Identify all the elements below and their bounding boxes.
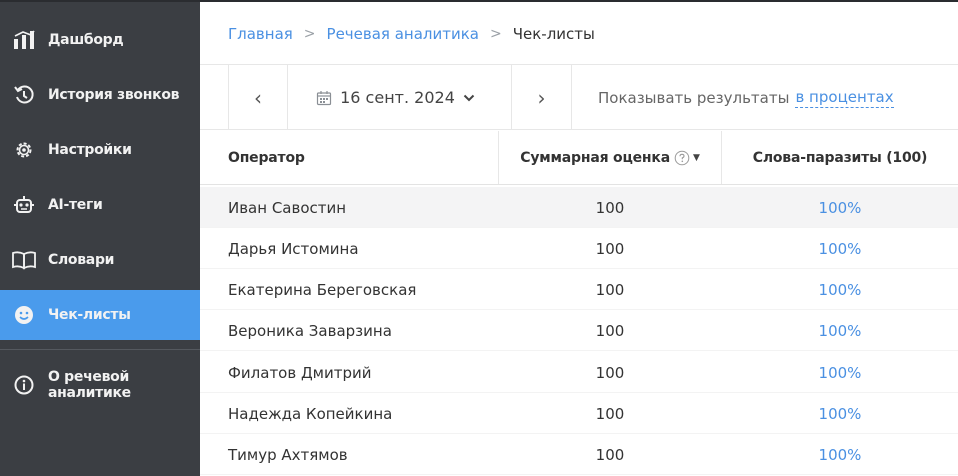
table-row: Екатерина Береговская 100 100% — [200, 269, 958, 310]
column-header-operator: Оператор — [228, 149, 305, 166]
chevron-right-icon: > — [490, 26, 502, 42]
column-header-total-score[interactable]: Суммарная оценка ▼ — [498, 131, 722, 184]
breadcrumb-current: Чек-листы — [512, 25, 595, 43]
dashboard-icon — [12, 28, 36, 52]
total-score: 100 — [595, 239, 625, 258]
sidebar-item-checklists[interactable]: Чек-листы — [0, 290, 200, 340]
sidebar-item-label: Словари — [48, 252, 115, 268]
chevron-left-icon: ‹ — [254, 85, 262, 110]
info-icon — [12, 373, 36, 397]
filler-words-score[interactable]: 100% — [722, 269, 958, 310]
filler-words-score[interactable]: 100% — [722, 310, 958, 351]
total-score: 100 — [595, 363, 625, 382]
column-header-filler-words: Слова-паразиты (100) — [752, 149, 928, 166]
breadcrumb-section-link[interactable]: Речевая аналитика — [327, 25, 479, 43]
results-mode-label: Показывать результаты — [598, 88, 790, 107]
sidebar-item-label: Чек-листы — [48, 307, 131, 323]
sort-caret-icon: ▼ — [692, 152, 700, 163]
operator-name: Иван Савостин — [228, 198, 347, 217]
sidebar-item-label: Настройки — [48, 142, 132, 158]
operator-name: Дарья Истомина — [228, 239, 359, 258]
operator-name: Филатов Дмитрий — [228, 363, 372, 382]
table-header: Оператор Суммарная оценка ▼ Слова-парази… — [200, 131, 958, 185]
main-content: Главная > Речевая аналитика > Чек-листы … — [200, 0, 958, 476]
robot-icon — [12, 193, 36, 217]
results-mode: Показывать результаты в процентах — [598, 65, 894, 130]
filler-words-score[interactable]: 100% — [722, 393, 958, 434]
filler-words-score[interactable]: 100% — [722, 187, 958, 228]
filler-words-score[interactable]: 100% — [722, 228, 958, 269]
sidebar-item-call-history[interactable]: История звонков — [0, 70, 200, 120]
date-picker[interactable]: 16 сент. 2024 — [288, 65, 512, 130]
table-row: Филатов Дмитрий 100 100% — [200, 352, 958, 393]
breadcrumb: Главная > Речевая аналитика > Чек-листы — [228, 24, 595, 44]
date-picker-content: 16 сент. 2024 — [316, 88, 483, 107]
table-row: Тимур Ахтямов 100 100% — [200, 434, 958, 475]
sidebar-item-label: Дашборд — [48, 32, 124, 48]
breadcrumb-home-link[interactable]: Главная — [228, 25, 293, 43]
operator-name: Вероника Заварзина — [228, 321, 392, 340]
chevron-right-icon: › — [537, 85, 546, 110]
date-value: 16 сент. 2024 — [340, 88, 455, 107]
prev-date-button[interactable]: ‹ — [228, 65, 288, 130]
smiley-icon — [12, 303, 36, 327]
operator-name: Тимур Ахтямов — [228, 445, 348, 464]
sidebar: Дашборд История звонков Настройки AI-тег… — [0, 0, 200, 476]
sidebar-item-label: AI-теги — [48, 197, 103, 213]
total-score: 100 — [595, 321, 625, 340]
table-row: Дарья Истомина 100 100% — [200, 228, 958, 269]
sidebar-divider — [0, 349, 200, 350]
sidebar-item-label: История звонков — [48, 87, 180, 103]
sidebar-item-label: О речевой аналитике — [48, 369, 131, 401]
date-toolbar: ‹ 16 сент. 2024 › Показывать результаты … — [200, 64, 958, 130]
sidebar-item-about[interactable]: О речевой аналитике — [0, 360, 200, 410]
sidebar-item-dashboard[interactable]: Дашборд — [0, 15, 200, 65]
book-icon — [12, 248, 36, 272]
total-score: 100 — [595, 404, 625, 423]
chevron-right-icon: > — [303, 26, 316, 42]
sidebar-item-dictionaries[interactable]: Словари — [0, 235, 200, 285]
sidebar-item-settings[interactable]: Настройки — [0, 125, 200, 175]
operator-name: Екатерина Береговская — [228, 280, 417, 299]
results-mode-toggle[interactable]: в процентах — [795, 88, 894, 108]
filler-words-score[interactable]: 100% — [722, 352, 958, 393]
chevron-down-icon — [463, 94, 475, 101]
total-score: 100 — [595, 445, 625, 464]
table-row: Иван Савостин 100 100% — [200, 187, 958, 228]
next-date-button[interactable]: › — [512, 65, 572, 130]
sidebar-item-ai-tags[interactable]: AI-теги — [0, 180, 200, 230]
total-score: 100 — [595, 198, 625, 217]
filler-words-score[interactable]: 100% — [722, 434, 958, 475]
table-row: Надежда Копейкина 100 100% — [200, 393, 958, 434]
column-header-label: Суммарная оценка — [520, 149, 670, 166]
question-icon[interactable] — [674, 150, 690, 166]
table-row: Вероника Заварзина 100 100% — [200, 310, 958, 351]
call-history-icon — [12, 83, 36, 107]
gear-icon — [12, 138, 36, 162]
top-border — [0, 0, 958, 2]
total-score: 100 — [595, 280, 625, 299]
operator-name: Надежда Копейкина — [228, 404, 393, 423]
calendar-icon — [317, 90, 332, 105]
